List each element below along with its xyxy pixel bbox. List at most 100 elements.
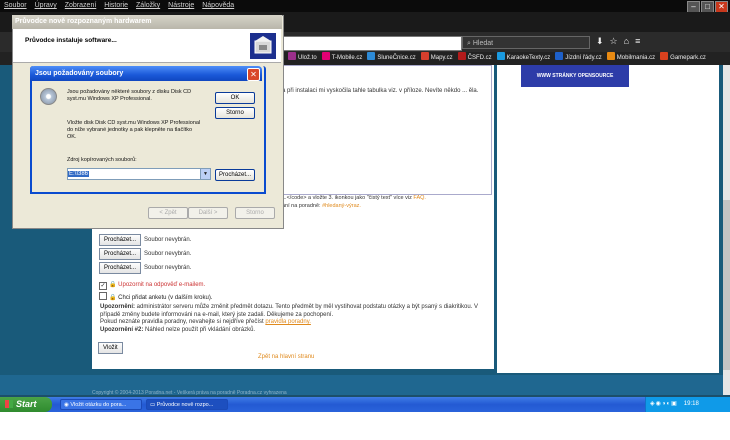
poll-checkbox[interactable] (99, 292, 107, 300)
favicon-icon (555, 52, 564, 60)
bookmark-item[interactable]: T-Mobile.cz (321, 52, 363, 65)
menu-history[interactable]: Historie (100, 0, 132, 12)
menu-view[interactable]: Zobrazení (61, 0, 101, 12)
dialog-text-line: do níže vybrané jednotky a pak klepněte … (67, 127, 193, 133)
url-bar[interactable] (280, 36, 462, 51)
menu-edit[interactable]: Úpravy (31, 0, 61, 12)
bookmark-item[interactable]: Gamepark.cz (660, 52, 706, 65)
advertisement-banner[interactable]: WWW STRÁNKY OPENSOURCE (521, 65, 629, 87)
back-button[interactable]: < Zpět (148, 207, 188, 219)
wizard-cancel-button[interactable]: Storno (235, 207, 275, 219)
start-button[interactable]: Start (0, 397, 52, 412)
bookmark-label: Gamepark.cz (670, 55, 706, 61)
home-icon[interactable]: ⌂ (624, 36, 635, 46)
source-path-value: E:\I386 (68, 171, 90, 177)
tray-icons[interactable]: ◈◉◑◐▣ (650, 401, 678, 407)
help-text-part1: ...</code> a vložte 3. ikonkou jako "čis… (282, 195, 412, 201)
taskbar-item-wizard[interactable]: ▭ Průvodce nově rozpo... (146, 399, 228, 410)
taskbar-item-browser[interactable]: ◉ Vložit otázku do pora... (60, 399, 142, 410)
poll-label: Chci přidat anketu (v dalším kroku). (118, 295, 213, 301)
bookmark-label: ČSFD.cz (467, 55, 492, 61)
sidebar (497, 65, 719, 373)
dialog-browse-button[interactable]: Procházet... (215, 169, 255, 181)
warning2-text: Náhled nelze použít při vkládání obrázků… (145, 326, 256, 333)
file-status: Soubor nevybrán. (144, 251, 192, 257)
poll-option: 🔒 Chci přidat anketu (v dalším kroku). (99, 292, 213, 301)
help-text-part2: ání na poradně: (282, 203, 321, 209)
menu-tools[interactable]: Nástroje (164, 0, 198, 12)
bookmark-label: Mobilmania.cz (616, 55, 656, 61)
browse-button[interactable]: Procházet... (99, 248, 142, 260)
file-row: Procházet... Soubor nevybrán. (99, 234, 192, 246)
start-label: Start (16, 399, 37, 409)
dialog-text-line: OK. (67, 134, 77, 140)
file-status: Soubor nevybrán. (144, 237, 192, 243)
dialog-close-icon[interactable]: ✕ (247, 68, 260, 81)
bookmark-item[interactable]: Ulož.to (288, 52, 317, 65)
dialog-cancel-button[interactable]: Storno (215, 107, 255, 119)
menu-icon[interactable]: ≡ (635, 36, 646, 46)
bookmark-label: Ulož.to (298, 55, 317, 61)
download-icon[interactable]: ⬇ (596, 36, 610, 46)
bookmark-label: Mapy.cz (430, 55, 453, 61)
hardware-install-icon (250, 33, 276, 59)
bookmark-item[interactable]: SluneČnice.cz (367, 52, 416, 65)
favicon-icon (457, 52, 466, 60)
bookmark-item[interactable]: KaraokeTexty.cz (496, 52, 550, 65)
menu-file[interactable]: Soubor (0, 0, 31, 12)
submit-button[interactable]: Vložit (98, 342, 123, 354)
dialog-text-line: Vložte disk Disk CD syst.mu Windows XP P… (67, 120, 201, 126)
system-tray: ◈◉◑◐▣ 19:18 (645, 397, 730, 412)
menu-bookmarks[interactable]: Záložky (132, 0, 164, 12)
question-text: a při instalaci mi vyskočila tahle tabul… (282, 88, 479, 94)
lock-icon: 🔒 (109, 295, 117, 301)
browse-button[interactable]: Procházet... (99, 262, 142, 274)
menu-help[interactable]: Nápověda (198, 0, 238, 12)
warning-text: administrátor serveru může změnit předmě… (100, 304, 479, 318)
bookmark-item[interactable]: Mobilmania.cz (606, 52, 656, 65)
favicon-icon (496, 52, 505, 60)
chevron-down-icon[interactable]: ▼ (200, 169, 210, 179)
browse-button[interactable]: Procházet... (99, 234, 142, 246)
bookmark-star-icon[interactable]: ☆ (610, 36, 624, 46)
search-placeholder: Hledat (472, 40, 494, 47)
task-label: Průvodce nově rozpo... (156, 402, 214, 408)
warning-title: Upozornění: (100, 304, 135, 310)
source-path-combobox[interactable]: E:\I386 ▼ (67, 168, 211, 180)
hashtag-example: #hledaný-výraz. (322, 203, 361, 209)
lock-icon: 🔒 (109, 282, 117, 288)
notify-label: Upozornit na odpověď e-mailem. (118, 282, 206, 288)
rules-link[interactable]: pravidla poradny. (265, 319, 311, 325)
wizard-titlebar[interactable]: Průvodce nově rozpoznaným hardwarem (12, 15, 282, 29)
notice-block: Upozornění: administrátor serveru může z… (100, 304, 485, 334)
next-button[interactable]: Další > (188, 207, 228, 219)
dialog-text-line: syst.mu Windows XP Professional. (67, 96, 152, 102)
bookmark-item[interactable]: Mapy.cz (420, 52, 453, 65)
toolbar-icons: ⬇☆⌂≡ (596, 36, 646, 47)
below-screen-area (0, 412, 730, 440)
notify-checkbox[interactable]: ✓ (99, 282, 107, 290)
help-text: ...</code> a vložte 3. ikonkou jako "čis… (282, 194, 492, 210)
bookmark-label: SluneČnice.cz (377, 55, 416, 61)
clock[interactable]: 19:18 (684, 401, 699, 407)
favicon-icon (660, 52, 669, 60)
ad-text: WWW STRÁNKY OPENSOURCE (536, 73, 614, 79)
favicon-icon (367, 52, 376, 60)
warning2-title: Upozornění #2: (100, 326, 144, 333)
bookmark-label: Jízdní řády.cz (565, 55, 602, 61)
windows-logo-icon (5, 400, 13, 408)
bookmark-item[interactable]: ČSFD.cz (457, 52, 492, 65)
wizard-header (13, 29, 281, 63)
ok-button[interactable]: OK (215, 92, 255, 104)
dialog-titlebar[interactable]: Jsou požadovány soubory (30, 66, 262, 81)
back-to-home-link[interactable]: Zpět na hlavní stranu (258, 354, 314, 360)
scrollbar-thumb[interactable] (723, 200, 730, 370)
rules-text: Pokud neznáte pravidla poradny, nevahejt… (100, 319, 264, 325)
file-row: Procházet... Soubor nevybrán. (99, 248, 192, 260)
bookmark-label: T-Mobile.cz (331, 55, 363, 61)
faq-link[interactable]: FAQ. (413, 195, 426, 201)
search-input[interactable]: ⌕ Hledat (462, 36, 590, 49)
file-row: Procházet... Soubor nevybrán. (99, 262, 191, 274)
bookmark-item[interactable]: Jízdní řády.cz (555, 52, 602, 65)
task-label: Vložit otázku do pora... (70, 402, 127, 408)
